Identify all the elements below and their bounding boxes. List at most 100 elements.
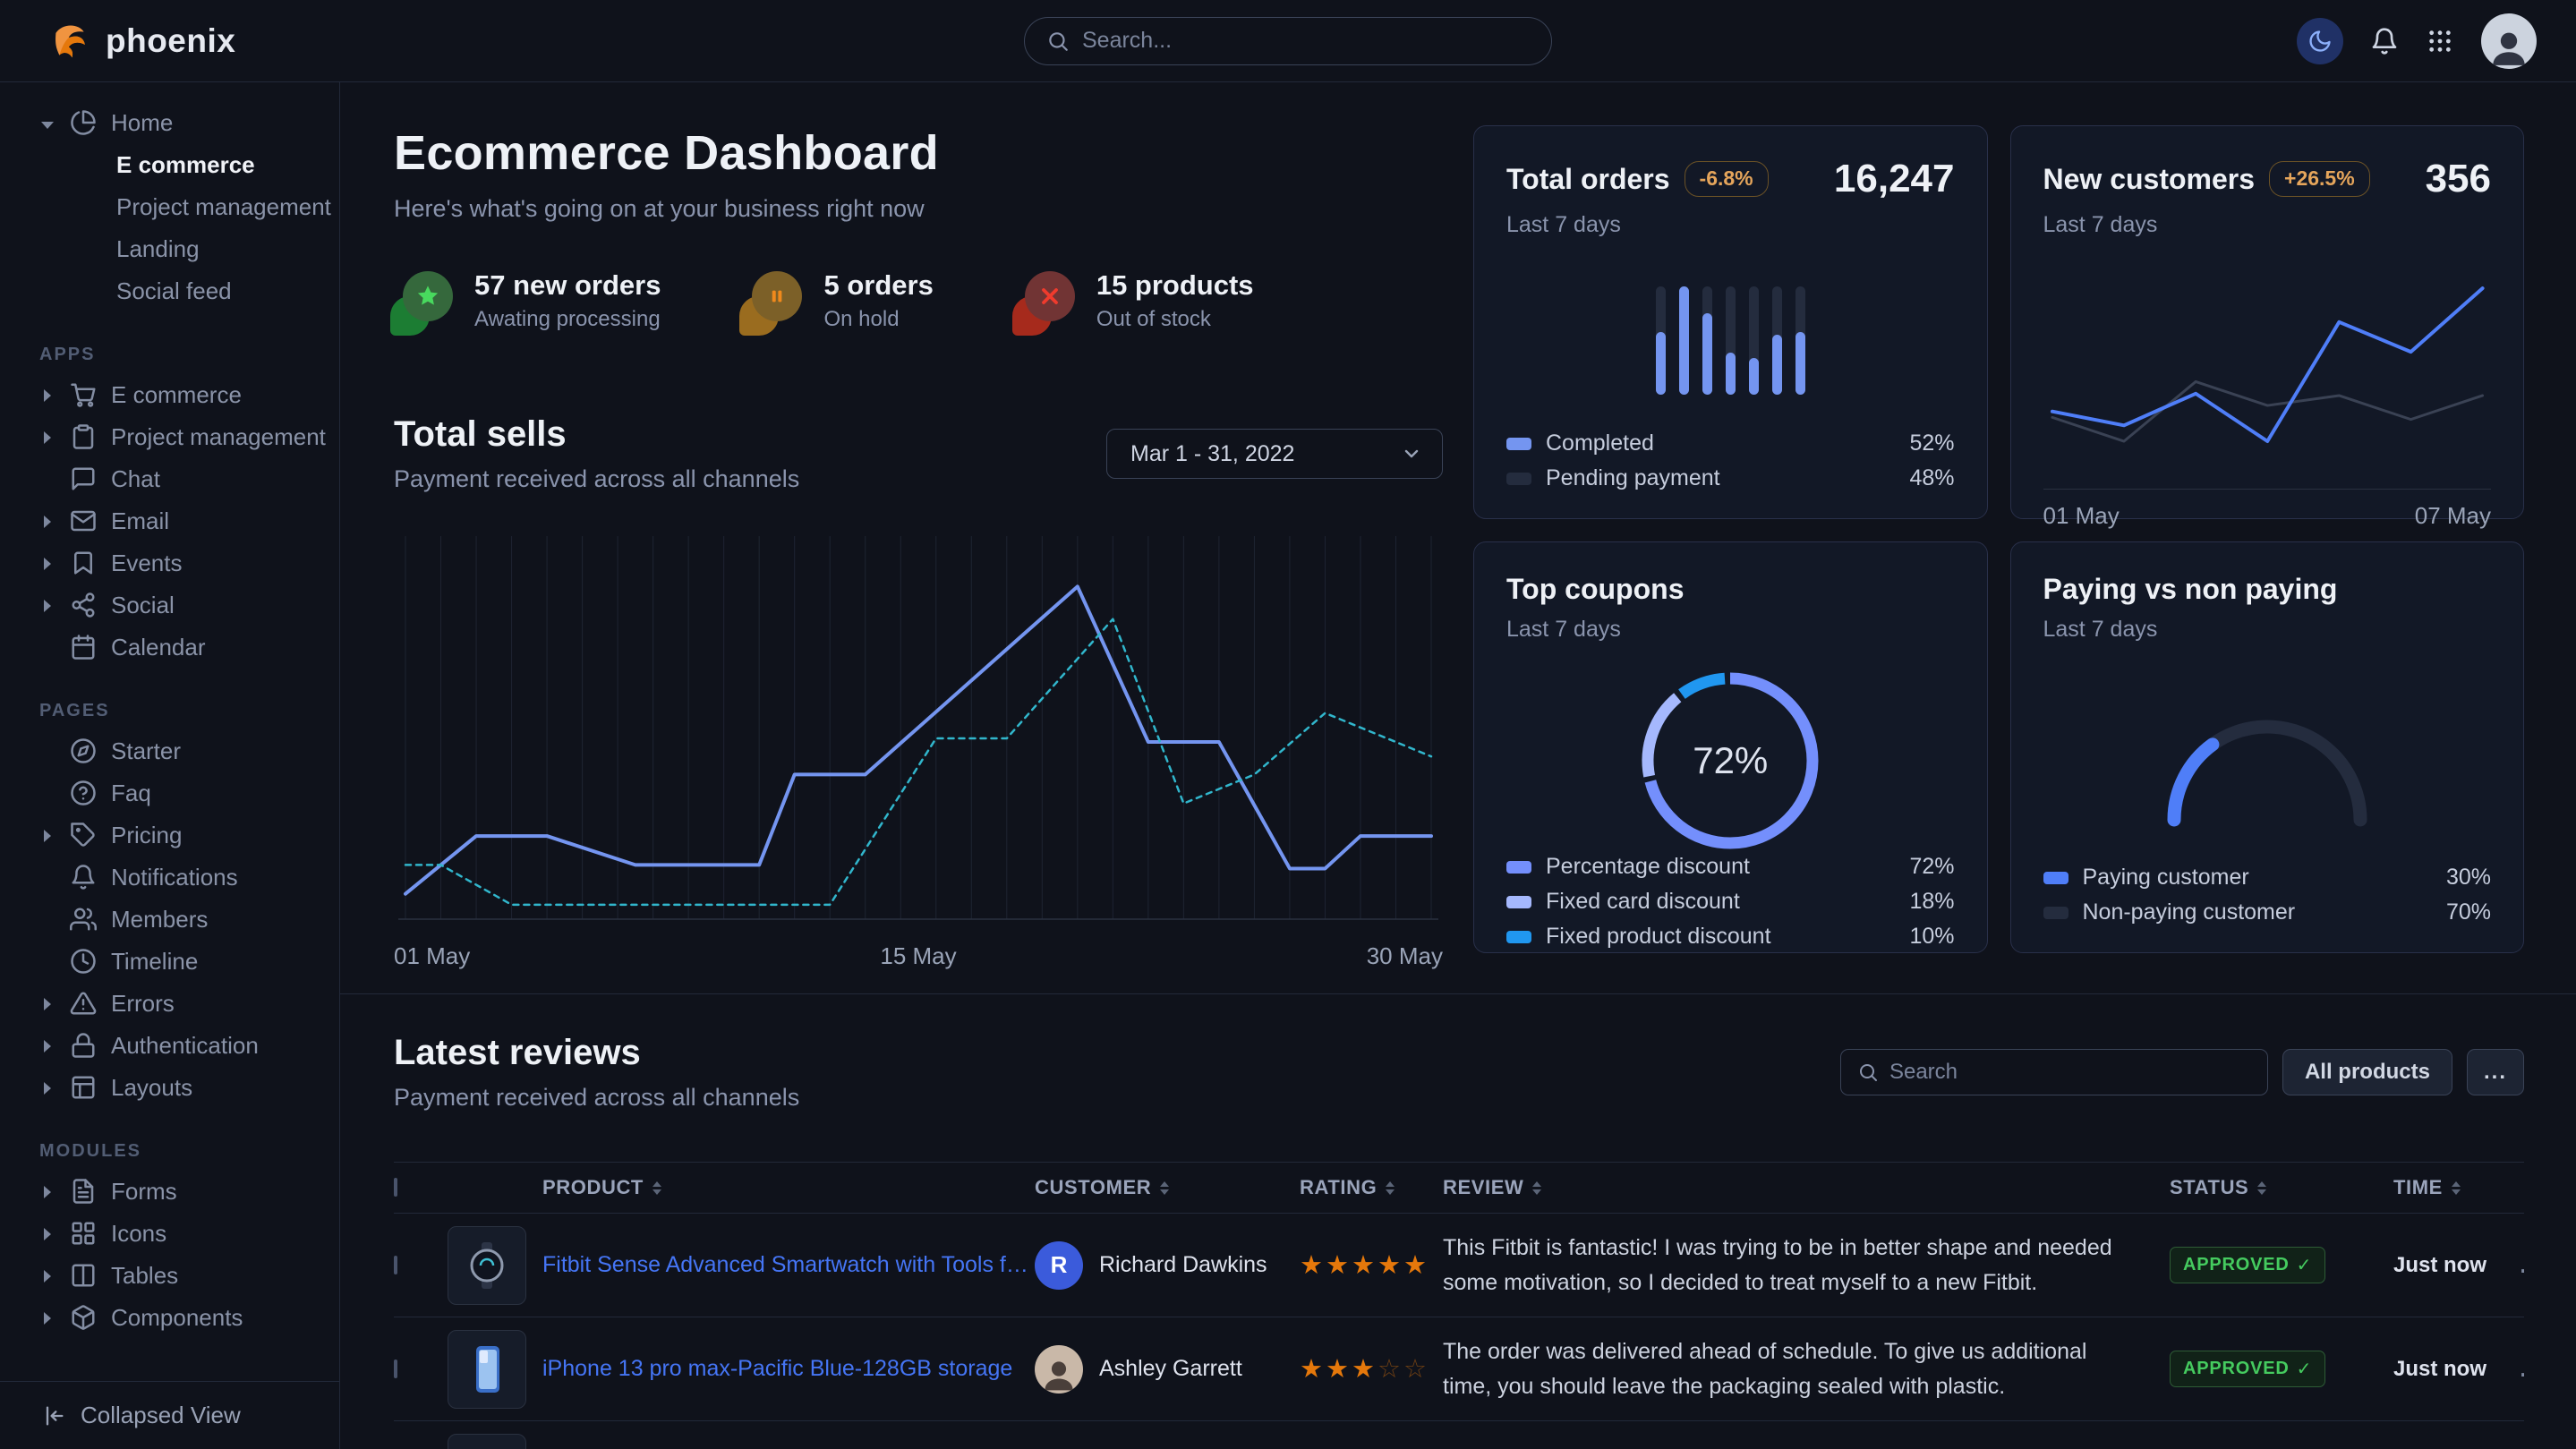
calendar-icon: [70, 634, 98, 662]
x-tick: 01 May: [2043, 502, 2120, 530]
all-products-button[interactable]: All products: [2282, 1049, 2452, 1095]
column-header-status[interactable]: STATUS: [2170, 1176, 2393, 1199]
row-more-button[interactable]: ...: [2515, 1355, 2524, 1383]
sidebar-item-label: Home: [111, 109, 173, 137]
share-icon: [70, 592, 98, 620]
collapse-sidebar-button[interactable]: Collapsed View: [0, 1381, 339, 1449]
legend-label: Pending payment: [1546, 465, 1720, 491]
table-row: iPhone 13 pro max-Pacific Blue-128GB sto…: [394, 1317, 2524, 1421]
section-divider: [340, 993, 2576, 994]
table-row: [394, 1421, 2524, 1449]
sidebar-item-forms[interactable]: Forms: [0, 1171, 339, 1213]
legend-label: Percentage discount: [1546, 854, 1750, 880]
product-thumbnail: [448, 1434, 526, 1449]
column-header-time[interactable]: TIME: [2393, 1176, 2515, 1199]
sidebar-item-label: Starter: [111, 737, 181, 765]
sidebar-item-timeline[interactable]: Timeline: [0, 941, 339, 983]
sidebar-item-authentication[interactable]: Authentication: [0, 1025, 339, 1067]
sidebar-item-label: Events: [111, 550, 183, 577]
new-customers-x-axis: 01 May07 May: [2043, 489, 2492, 530]
sidebar-item-members[interactable]: Members: [0, 899, 339, 941]
sidebar-item-label: Calendar: [111, 634, 206, 661]
phoenix-logo-icon: [47, 18, 93, 64]
apps-menu-button[interactable]: [2426, 27, 2454, 55]
reviews-search[interactable]: [1840, 1049, 2268, 1095]
row-checkbox[interactable]: [394, 1256, 397, 1274]
columns-icon: [70, 1262, 97, 1289]
card-value: 16,247: [1834, 157, 1955, 201]
sidebar-item-notifications[interactable]: Notifications: [0, 857, 339, 899]
clipboard-icon: [70, 423, 98, 452]
stat-caption: Awating processing: [474, 307, 661, 332]
sidebar-item-label: Errors: [111, 990, 175, 1018]
sidebar-subitem-e-commerce[interactable]: E commerce: [0, 144, 339, 186]
chat-icon: [70, 465, 97, 492]
legend-label: Completed: [1546, 430, 1654, 456]
row-more-button[interactable]: ...: [2515, 1251, 2524, 1279]
theme-toggle-button[interactable]: [2297, 18, 2343, 64]
reviews-more-button[interactable]: ...: [2467, 1049, 2524, 1095]
sidebar-item-layouts[interactable]: Layouts: [0, 1067, 339, 1109]
cart-icon: [70, 381, 97, 408]
sidebar-item-project-management[interactable]: Project management: [0, 416, 339, 458]
table-header-row: PRODUCT CUSTOMERRATINGREVIEWSTATUSTIME: [394, 1162, 2524, 1214]
sidebar-subitem-project-management[interactable]: Project management: [0, 186, 339, 228]
legend-item-non-paying-customer: Non-paying customer70%: [2043, 899, 2492, 925]
column-label: PRODUCT: [542, 1176, 644, 1199]
collapse-label: Collapsed View: [81, 1402, 241, 1429]
card-caption: Last 7 days: [2043, 617, 2492, 643]
legend-item-pending-payment: Pending payment48%: [1506, 465, 1955, 491]
sidebar-item-icons[interactable]: Icons: [0, 1213, 339, 1255]
sidebar-subitem-social-feed[interactable]: Social feed: [0, 270, 339, 312]
chevron-right-icon: [38, 516, 57, 528]
sidebar-item-chat[interactable]: Chat: [0, 458, 339, 500]
x-tick: 30 May: [1367, 942, 1443, 970]
sidebar-subitem-landing[interactable]: Landing: [0, 228, 339, 270]
product-link[interactable]: Fitbit Sense Advanced Smartwatch with To…: [542, 1252, 1035, 1278]
navbar-actions: [2297, 13, 2537, 69]
select-all-checkbox[interactable]: [394, 1178, 397, 1197]
reviews-search-input[interactable]: [1889, 1060, 2251, 1085]
clipboard-icon: [70, 423, 97, 450]
sidebar-item-tables[interactable]: Tables: [0, 1255, 339, 1297]
sidebar-item-events[interactable]: Events: [0, 542, 339, 584]
grid-icon: [70, 1220, 97, 1247]
notifications-button[interactable]: [2370, 27, 2399, 55]
paying-vs-non-paying-card: Paying vs non paying Last 7 days Paying …: [2010, 541, 2525, 953]
pie-chart-icon: [70, 109, 98, 138]
sidebar-item-social[interactable]: Social: [0, 584, 339, 626]
column-header-product[interactable]: PRODUCT: [448, 1176, 1035, 1199]
chevron-right-icon: [38, 1040, 57, 1053]
column-header-rating[interactable]: RATING: [1300, 1176, 1443, 1199]
navbar-search-input[interactable]: [1082, 28, 1530, 54]
legend-label: Paying customer: [2083, 865, 2249, 891]
sidebar-item-home[interactable]: Home: [0, 102, 339, 144]
stat-on-hold: 5 ordersOn hold: [743, 269, 933, 332]
product-link[interactable]: iPhone 13 pro max-Pacific Blue-128GB sto…: [542, 1356, 1012, 1382]
legend-item-completed: Completed52%: [1506, 430, 1955, 456]
sidebar-item-calendar[interactable]: Calendar: [0, 626, 339, 669]
sidebar-item-pricing[interactable]: Pricing: [0, 814, 339, 857]
alert-triangle-icon: [70, 990, 97, 1017]
column-header-review[interactable]: REVIEW: [1443, 1176, 2170, 1199]
brand[interactable]: phoenix: [47, 18, 235, 64]
navbar-search[interactable]: [1024, 17, 1552, 65]
sidebar: HomeE commerceProject managementLandingS…: [0, 82, 340, 1449]
check-icon: ✓: [2297, 1254, 2313, 1276]
sidebar-item-faq[interactable]: Faq: [0, 772, 339, 814]
sidebar-item-errors[interactable]: Errors: [0, 983, 339, 1025]
date-range-select[interactable]: Mar 1 - 31, 2022: [1106, 429, 1443, 479]
column-header-customer[interactable]: CUSTOMER: [1035, 1176, 1300, 1199]
moon-icon: [2307, 29, 2333, 54]
row-checkbox[interactable]: [394, 1360, 397, 1378]
sidebar-item-starter[interactable]: Starter: [0, 730, 339, 772]
sidebar-item-email[interactable]: Email: [0, 500, 339, 542]
user-avatar[interactable]: [2481, 13, 2537, 69]
sort-icon: [653, 1181, 661, 1195]
help-circle-icon: [70, 780, 97, 806]
legend-swatch: [2043, 872, 2068, 884]
box-icon: [70, 1304, 98, 1333]
orders-bar-chart: [1656, 286, 1805, 395]
sidebar-item-e-commerce[interactable]: E commerce: [0, 374, 339, 416]
sidebar-item-components[interactable]: Components: [0, 1297, 339, 1339]
